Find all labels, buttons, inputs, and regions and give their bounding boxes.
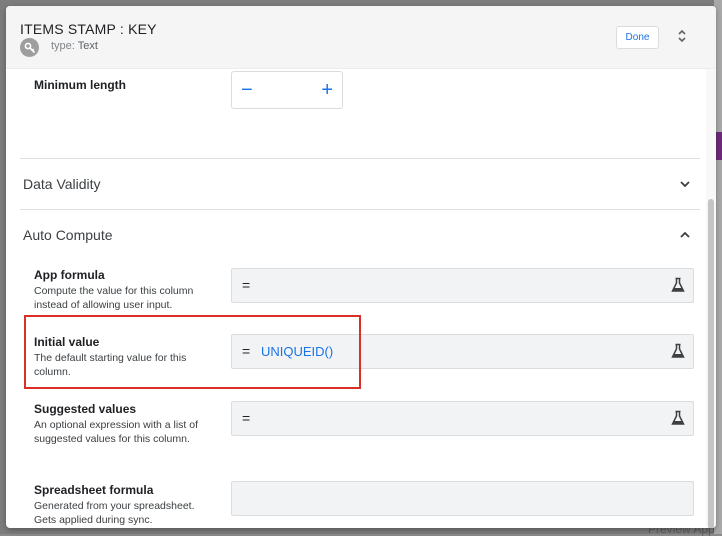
column-type: type: Text — [51, 40, 98, 52]
spreadsheet-formula-description: Generated from your spreadsheet. Gets ap… — [34, 500, 195, 526]
done-button[interactable]: Done — [616, 26, 659, 49]
suggested-values-label: Suggested values — [34, 402, 137, 416]
spreadsheet-formula-field — [231, 481, 694, 516]
scrollbar[interactable] — [706, 69, 716, 528]
equals-sign: = — [242, 277, 251, 293]
minimum-length-label: Minimum length — [34, 78, 126, 92]
chevron-down-icon[interactable] — [678, 177, 692, 191]
spreadsheet-formula-label: Spreadsheet formula — [34, 483, 154, 497]
key-icon — [20, 38, 39, 57]
dialog-header: ITEMS STAMP : KEY type: Text Done — [6, 6, 716, 69]
flask-icon[interactable] — [671, 277, 685, 293]
dialog-title: ITEMS STAMP : KEY — [20, 21, 157, 37]
app-formula-label: App formula — [34, 268, 105, 282]
flask-icon[interactable] — [671, 410, 685, 426]
scrollbar-thumb[interactable] — [708, 199, 714, 528]
section-auto-compute[interactable]: Auto Compute — [23, 227, 113, 243]
suggested-values-input[interactable]: = — [231, 401, 694, 436]
minimum-length-stepper: − + — [231, 71, 343, 109]
column-editor-dialog: ITEMS STAMP : KEY type: Text Done Minimu… — [6, 6, 716, 528]
app-formula-description: Compute the value for this column instea… — [34, 285, 194, 311]
type-prefix: type: — [51, 40, 75, 52]
decrement-button[interactable]: − — [241, 79, 253, 102]
chevron-up-icon[interactable] — [678, 228, 692, 242]
unfold-icon[interactable] — [674, 26, 690, 46]
divider — [20, 209, 700, 210]
divider — [20, 158, 700, 159]
section-data-validity[interactable]: Data Validity — [23, 176, 101, 192]
annotation-highlight-box — [24, 315, 361, 389]
flask-icon[interactable] — [671, 343, 685, 359]
equals-sign: = — [242, 410, 251, 426]
suggested-values-description: An optional expression with a list of su… — [34, 419, 199, 445]
app-formula-input[interactable]: = — [231, 268, 694, 303]
increment-button[interactable]: + — [321, 79, 333, 102]
dialog-content: Minimum length − + Data Validity Auto Co… — [6, 69, 706, 528]
type-value: Text — [77, 40, 98, 52]
